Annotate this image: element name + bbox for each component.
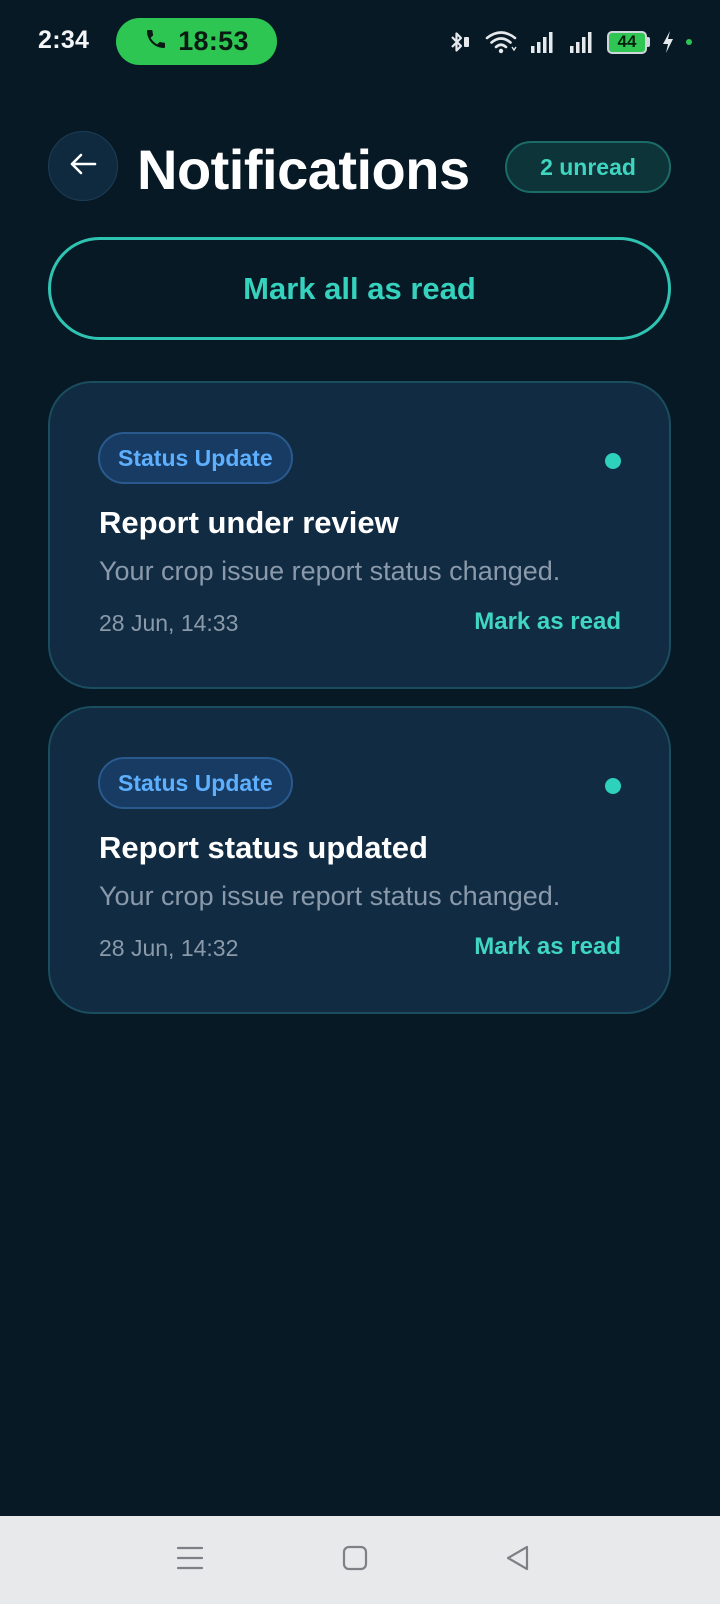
notification-time: 28 Jun, 14:33 — [99, 610, 239, 636]
bluetooth-icon — [447, 29, 473, 55]
system-back-button[interactable] — [496, 1538, 540, 1582]
back-button[interactable] — [48, 131, 118, 201]
battery-icon: 44 — [607, 30, 650, 54]
unread-dot-icon — [605, 453, 621, 469]
notification-time: 28 Jun, 14:32 — [99, 935, 239, 961]
unread-count-badge: 2 unread — [505, 141, 671, 193]
signal-icon — [529, 29, 557, 55]
charging-icon — [661, 30, 675, 54]
arrow-left-icon — [66, 147, 100, 186]
battery-level: 44 — [607, 30, 647, 54]
notification-tag: Status Update — [98, 432, 293, 484]
wifi-icon — [484, 29, 518, 55]
call-duration: 18:53 — [178, 26, 249, 56]
notification-title: Report under review — [99, 505, 399, 540]
status-icons: 44 — [447, 27, 692, 57]
page-title: Notifications — [137, 138, 470, 201]
home-button[interactable] — [333, 1538, 377, 1582]
status-time: 2:34 — [38, 26, 90, 54]
notification-tag: Status Update — [98, 757, 293, 809]
notification-card[interactable]: Status Update Report status updated Your… — [48, 706, 671, 1014]
home-icon — [342, 1545, 368, 1576]
ongoing-call-pill[interactable]: 18:53 — [116, 18, 277, 65]
back-triangle-icon — [505, 1544, 531, 1577]
mark-as-read-button[interactable]: Mark as read — [474, 933, 621, 961]
mark-all-as-read-button[interactable]: Mark all as read — [48, 237, 671, 340]
signal-icon — [568, 29, 596, 55]
notification-title: Report status updated — [99, 830, 428, 865]
mark-as-read-button[interactable]: Mark as read — [474, 608, 621, 636]
notification-body: Your crop issue report status changed. — [99, 556, 561, 586]
privacy-indicator-dot — [686, 39, 692, 45]
system-navigation-bar — [0, 1516, 720, 1604]
notification-body: Your crop issue report status changed. — [99, 881, 561, 911]
phone-icon — [144, 27, 168, 56]
menu-icon — [176, 1545, 204, 1576]
status-bar: 2:34 18:53 44 — [0, 0, 720, 84]
unread-dot-icon — [605, 778, 621, 794]
recent-apps-button[interactable] — [168, 1538, 212, 1582]
notification-card[interactable]: Status Update Report under review Your c… — [48, 381, 671, 689]
